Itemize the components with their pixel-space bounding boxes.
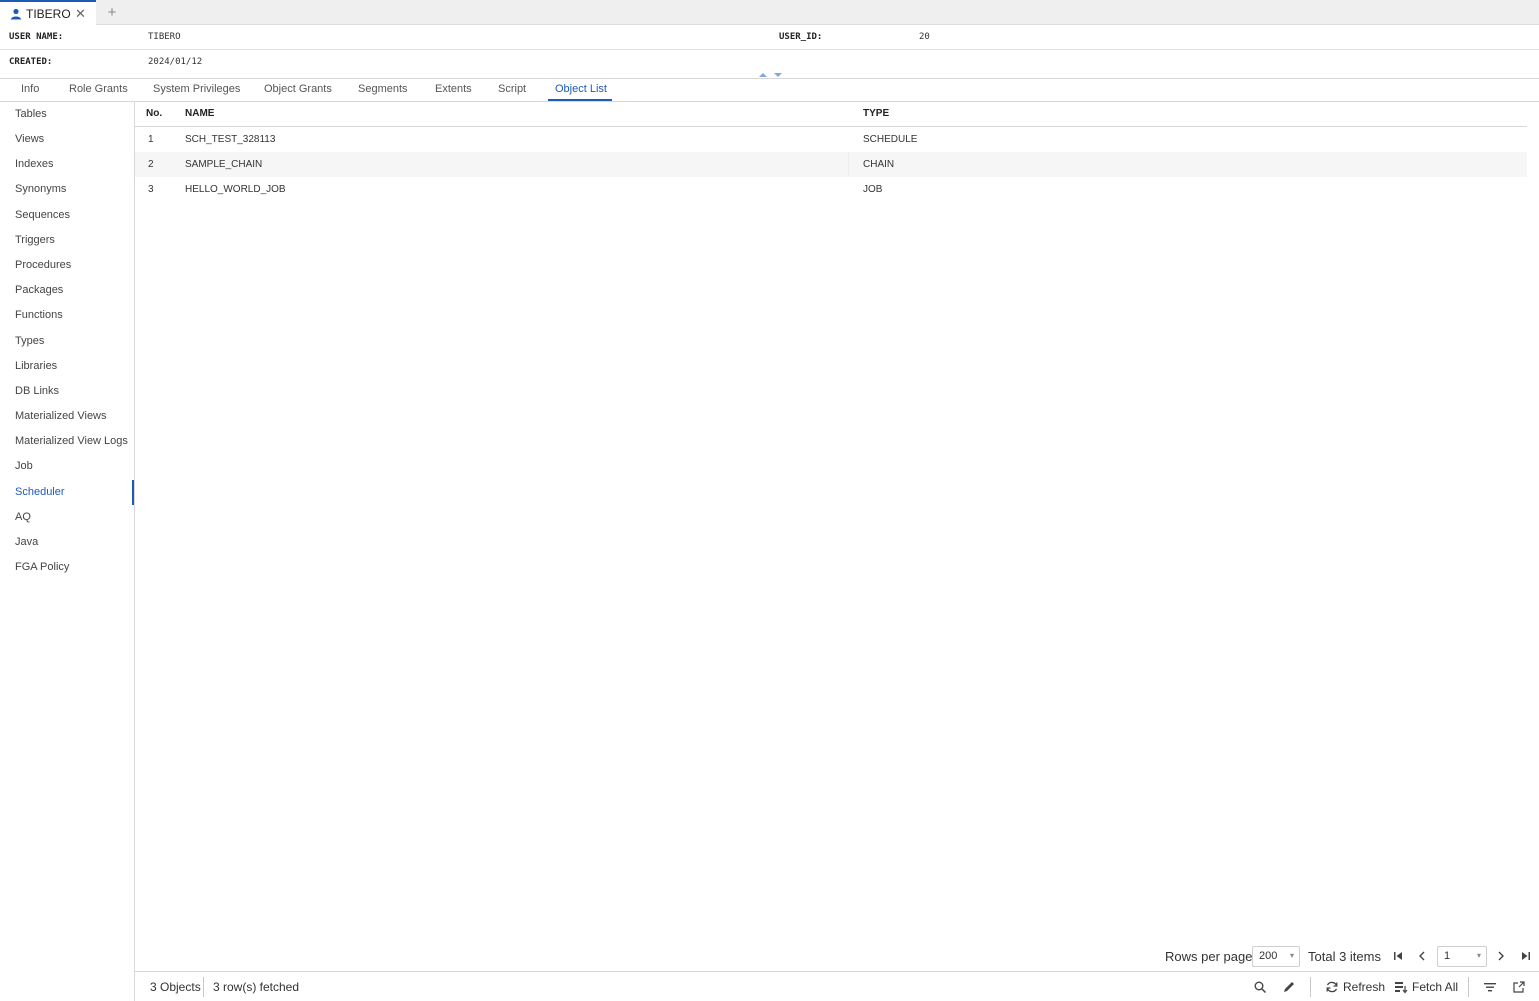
sidebar-item-functions[interactable]: Functions [15, 309, 63, 321]
info-row-user: USER NAME: TIBERO USER_ID: 20 [0, 25, 1539, 50]
user-id-value: 20 [919, 32, 930, 42]
next-page-icon[interactable] [1494, 948, 1508, 964]
collapse-toggle-icon[interactable] [757, 71, 785, 79]
rows-per-page-select[interactable]: 200 ▾ [1252, 946, 1300, 967]
search-icon[interactable] [1253, 980, 1267, 994]
sidebar-item-views[interactable]: Views [15, 133, 44, 145]
column-header-type[interactable]: TYPE [863, 108, 889, 119]
sidebar-item-scheduler[interactable]: Scheduler [15, 486, 65, 498]
table-row[interactable]: 1 SCH_TEST_328113 SCHEDULE [135, 127, 1527, 152]
row-no: 1 [148, 134, 154, 145]
tab-extents[interactable]: Extents [435, 83, 472, 95]
sidebar-item-indexes[interactable]: Indexes [15, 158, 54, 170]
column-header-no[interactable]: No. [146, 108, 162, 119]
column-header-name[interactable]: NAME [185, 108, 214, 119]
object-count: 3 Objects [150, 980, 201, 994]
total-items-label: Total 3 items [1308, 949, 1381, 964]
sidebar-item-packages[interactable]: Packages [15, 284, 63, 296]
chevron-down-icon: ▾ [1289, 951, 1294, 960]
status-divider [1310, 977, 1311, 997]
row-name: HELLO_WORLD_JOB [185, 184, 286, 195]
tab-info[interactable]: Info [21, 83, 39, 95]
active-tab-indicator [548, 99, 612, 101]
detail-tabs: Info Role Grants System Privileges Objec… [0, 79, 1539, 102]
previous-page-icon[interactable] [1415, 948, 1429, 964]
filter-icon[interactable] [1483, 980, 1497, 994]
tab-role-grants[interactable]: Role Grants [69, 83, 128, 95]
user-name-label: USER NAME: [9, 32, 64, 42]
created-label: CREATED: [9, 57, 53, 67]
table-row[interactable]: 3 HELLO_WORLD_JOB JOB [135, 177, 1527, 202]
plus-icon[interactable]: + [104, 4, 120, 21]
row-type: SCHEDULE [863, 134, 918, 145]
rows-per-page-value: 200 [1259, 950, 1278, 962]
row-type: CHAIN [863, 159, 895, 170]
close-icon[interactable]: ✕ [75, 6, 86, 22]
document-tab-strip: TIBERO ✕ + [0, 0, 1539, 25]
sidebar-item-types[interactable]: Types [15, 335, 44, 347]
edit-icon[interactable] [1282, 980, 1296, 994]
sidebar-item-aq[interactable]: AQ [15, 511, 31, 523]
grid-header: No. NAME TYPE [135, 102, 1527, 127]
user-icon [11, 8, 21, 19]
status-divider [203, 977, 204, 997]
active-sidebar-indicator [132, 480, 134, 505]
user-name-value: TIBERO [148, 32, 181, 42]
sidebar-item-fga-policy[interactable]: FGA Policy [15, 561, 69, 573]
rows-fetched: 3 row(s) fetched [213, 980, 300, 994]
sidebar-item-synonyms[interactable]: Synonyms [15, 183, 66, 195]
sidebar-item-libraries[interactable]: Libraries [15, 360, 57, 372]
sidebar-item-db-links[interactable]: DB Links [15, 385, 59, 397]
sidebar-item-sequences[interactable]: Sequences [15, 209, 70, 221]
sidebar-item-procedures[interactable]: Procedures [15, 259, 71, 271]
rows-per-page-label: Rows per page [1165, 949, 1253, 964]
sidebar-item-java[interactable]: Java [15, 536, 38, 548]
page-value: 1 [1444, 950, 1451, 962]
tab-object-grants[interactable]: Object Grants [264, 83, 332, 95]
table-row[interactable]: 2 SAMPLE_CHAIN CHAIN [135, 152, 1527, 177]
column-divider [848, 152, 849, 177]
document-tab-label: TIBERO [26, 6, 71, 21]
tab-script[interactable]: Script [498, 83, 526, 95]
refresh-icon[interactable] [1325, 980, 1339, 994]
row-no: 3 [148, 184, 154, 195]
pagination: Rows per page 200 ▾ Total 3 items 1 ▾ [1160, 945, 1539, 969]
object-type-sidebar: Tables Views Indexes Synonyms Sequences … [0, 102, 135, 1001]
row-no: 2 [148, 159, 154, 170]
status-bar: 3 Objects 3 row(s) fetched Refresh Fetch… [135, 971, 1539, 1001]
fetch-all-button[interactable]: Fetch All [1412, 980, 1458, 994]
row-name: SCH_TEST_328113 [185, 134, 276, 145]
last-page-icon[interactable] [1519, 948, 1533, 964]
sidebar-item-materialized-view-logs[interactable]: Materialized View Logs [15, 435, 128, 447]
document-tab-tibero[interactable]: TIBERO ✕ [0, 0, 96, 25]
status-divider [1468, 977, 1469, 997]
tab-system-privileges[interactable]: System Privileges [153, 83, 240, 95]
created-value: 2024/01/12 [148, 57, 203, 67]
sidebar-item-materialized-views[interactable]: Materialized Views [15, 410, 107, 422]
page-select[interactable]: 1 ▾ [1437, 946, 1487, 967]
user-id-label: USER_ID: [779, 32, 823, 42]
chevron-down-icon: ▾ [1476, 951, 1481, 960]
sidebar-item-triggers[interactable]: Triggers [15, 234, 55, 246]
tab-segments[interactable]: Segments [358, 83, 408, 95]
sidebar-item-job[interactable]: Job [15, 460, 33, 472]
first-page-icon[interactable] [1391, 948, 1405, 964]
export-icon[interactable] [1512, 980, 1526, 994]
row-name: SAMPLE_CHAIN [185, 159, 263, 170]
tab-object-list[interactable]: Object List [555, 83, 607, 95]
sidebar-item-tables[interactable]: Tables [15, 108, 47, 120]
fetch-all-icon[interactable] [1394, 980, 1408, 994]
row-type: JOB [863, 184, 883, 195]
refresh-button[interactable]: Refresh [1343, 980, 1385, 994]
